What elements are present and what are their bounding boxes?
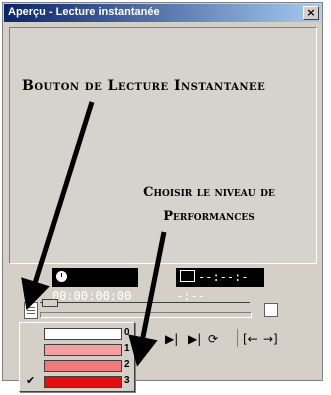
arrow-to-performance-button bbox=[21, 101, 95, 311]
arrow-to-performance-menu bbox=[128, 231, 167, 367]
annotation-arrows bbox=[21, 101, 167, 367]
